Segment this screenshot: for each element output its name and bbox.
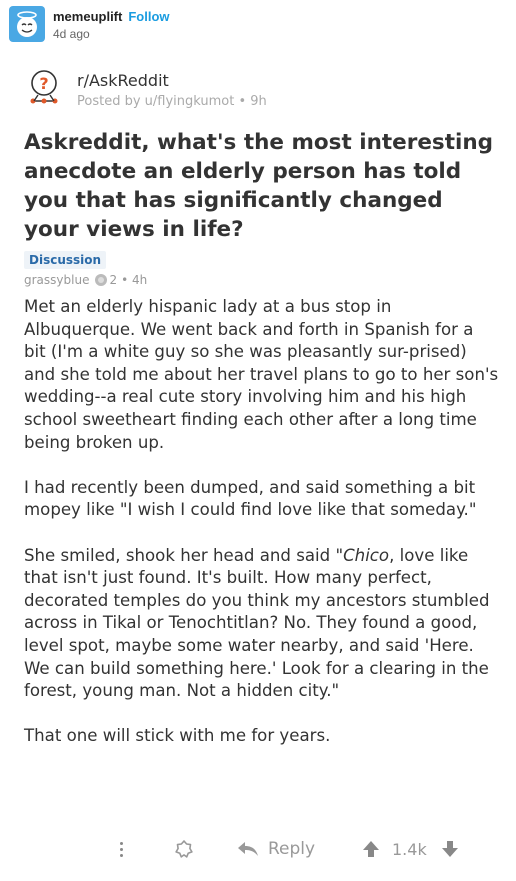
downvote-icon[interactable] xyxy=(441,836,459,862)
quote-italic-word: Chico xyxy=(343,545,390,565)
posted-by: Posted by u/flyingkumot • 9h xyxy=(77,94,267,109)
subreddit-name[interactable]: r/AskReddit xyxy=(77,71,267,91)
reply-button[interactable]: Reply xyxy=(237,836,315,862)
post-title[interactable]: Askreddit, what's the most interesting a… xyxy=(24,128,494,244)
award-badge-icon xyxy=(175,840,193,858)
angel-face-icon xyxy=(17,11,37,37)
comment-meta: grassyblue 2 • 4h xyxy=(24,273,147,287)
up-arrow-icon xyxy=(363,841,379,857)
comment-author[interactable]: grassyblue xyxy=(24,273,89,287)
comment-paragraph: She smiled, shook her head and said "Chi… xyxy=(24,545,499,703)
follow-button[interactable]: Follow xyxy=(128,9,169,24)
avatar[interactable] xyxy=(9,6,45,42)
comment-paragraph: I had recently been dumped, and said som… xyxy=(24,477,477,520)
post-flair: Discussion xyxy=(24,251,107,269)
reddit-post-header: ? r/AskReddit Posted by u/flyingkumot • … xyxy=(24,68,267,111)
comment-paragraph: That one will stick with me for years. xyxy=(24,726,331,746)
comment-body: Met an elderly hispanic lady at a bus st… xyxy=(24,296,499,770)
reply-label: Reply xyxy=(268,839,316,859)
post-timestamp: 4d ago xyxy=(53,27,90,41)
more-options-icon[interactable] xyxy=(116,836,126,862)
tumblr-username[interactable]: memeuplift xyxy=(53,9,122,24)
upvote-icon[interactable] xyxy=(362,836,380,862)
quote-start: She smiled, shook her head and said " xyxy=(24,545,344,565)
svg-text:?: ? xyxy=(39,74,48,93)
askreddit-snoo-icon: ? xyxy=(30,70,58,104)
reply-arrow-icon xyxy=(238,842,258,856)
quote-end: , love like that isn't just found. It's … xyxy=(24,545,490,701)
award-give-icon[interactable] xyxy=(173,836,195,862)
comment-time: • 4h xyxy=(121,273,148,287)
down-arrow-icon xyxy=(442,841,458,857)
award-icon xyxy=(95,274,108,286)
award-count: 2 xyxy=(109,273,118,287)
vote-count: 1.4k xyxy=(392,839,427,859)
comment-paragraph: Met an elderly hispanic lady at a bus st… xyxy=(24,297,499,452)
comment-action-bar: Reply 1.4k xyxy=(0,836,516,862)
tumblr-post-header: memeuplift Follow 4d ago xyxy=(9,6,170,46)
